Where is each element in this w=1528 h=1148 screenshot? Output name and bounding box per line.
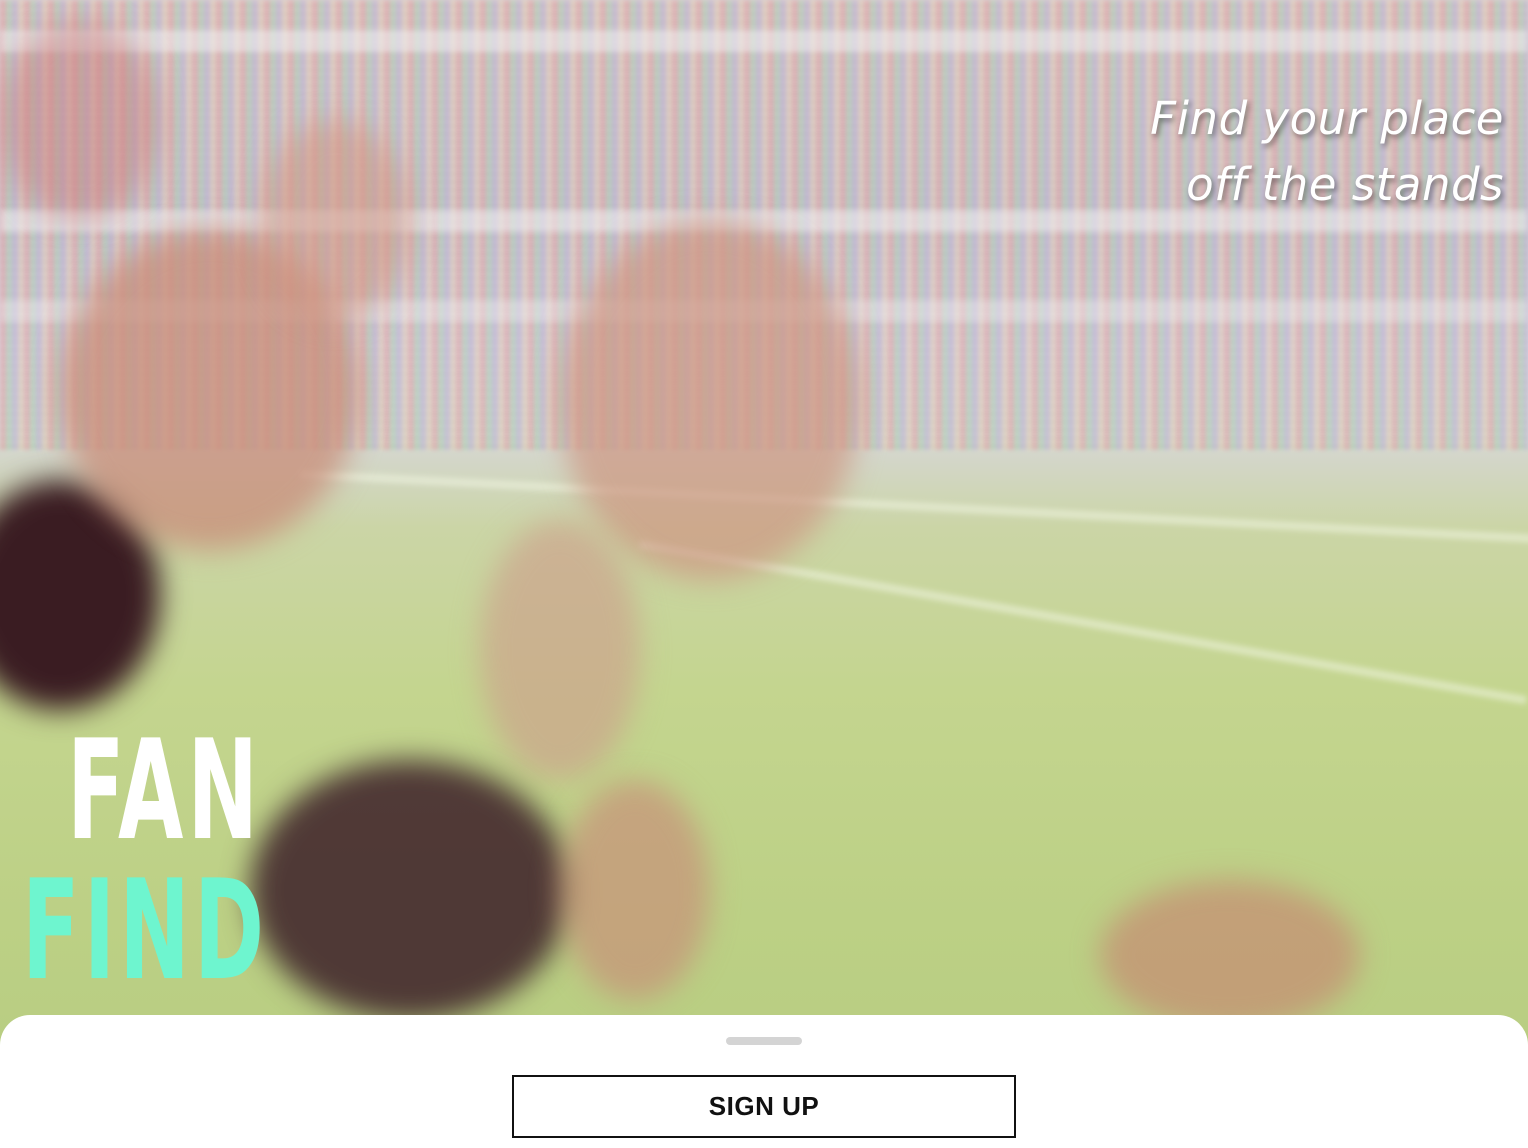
distant-hands xyxy=(1100,880,1360,1030)
hero-background-image: Find your place off the stands FAN FIND xyxy=(0,0,1528,1148)
raised-hand xyxy=(0,20,160,220)
pitch-line xyxy=(299,470,1528,547)
raised-hand xyxy=(560,220,860,580)
bottom-sheet: SIGN UP xyxy=(0,1015,1528,1148)
logo-word-fan: FAN xyxy=(67,710,263,871)
raised-fingers xyxy=(260,120,410,320)
raised-arm xyxy=(480,520,640,780)
pitch-line xyxy=(639,540,1528,705)
stand-rail xyxy=(0,30,1528,52)
tagline-line-1: Find your place xyxy=(1150,92,1504,145)
sign-up-button[interactable]: SIGN UP xyxy=(512,1075,1016,1138)
tagline: Find your place off the stands xyxy=(1150,86,1504,218)
fist xyxy=(560,780,710,1000)
fanfind-logo: FAN FIND xyxy=(22,722,384,1002)
logo-word-find: FIND xyxy=(22,850,269,1011)
drag-handle[interactable] xyxy=(726,1037,802,1045)
tagline-line-2: off the stands xyxy=(1186,158,1504,211)
